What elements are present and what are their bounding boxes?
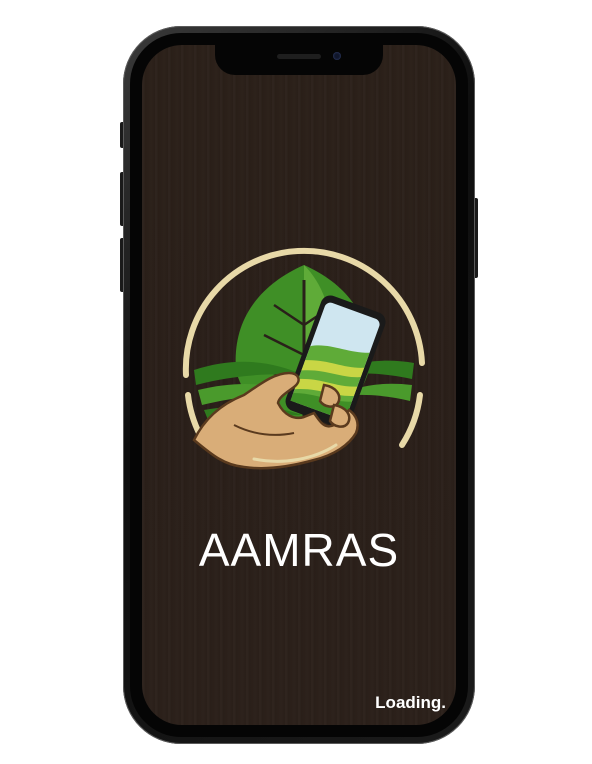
notch [215, 45, 383, 75]
logo-ring-bottom-right [399, 392, 423, 448]
front-camera [333, 52, 341, 60]
app-logo-icon [182, 247, 425, 470]
phone-frame: AAMRAS Loading. [123, 26, 475, 744]
device-mockup: AAMRAS Loading. [0, 0, 592, 764]
app-title: AAMRAS [198, 524, 400, 576]
earpiece-speaker [277, 54, 321, 59]
loading-status: Loading. [375, 693, 446, 712]
splash-screen: AAMRAS Loading. [142, 45, 456, 725]
phone-bezel: AAMRAS Loading. [130, 33, 468, 737]
logo-ring-bottom-left [185, 392, 203, 438]
